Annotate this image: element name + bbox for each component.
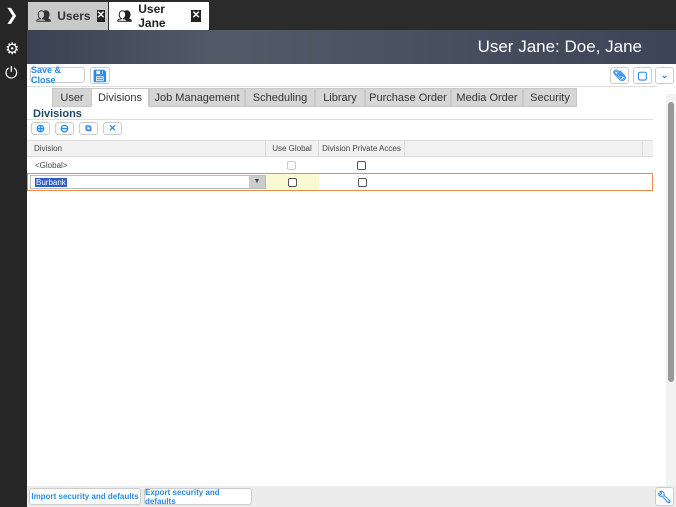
close-icon[interactable]: ✕ <box>191 10 201 22</box>
window-tab-users[interactable]: 👥︎ Users ✕ <box>28 2 108 30</box>
tab-user[interactable]: User <box>52 88 92 107</box>
column-private-access[interactable]: Division Private Acces <box>318 141 405 156</box>
private-access-checkbox[interactable] <box>358 177 367 187</box>
close-icon[interactable]: ✕ <box>96 10 105 22</box>
export-button[interactable]: Export security and defaults <box>144 488 252 506</box>
column-division[interactable]: Division <box>34 141 62 156</box>
gear-icon[interactable]: ⚙ <box>5 42 19 58</box>
tab-job-management[interactable]: Job Management <box>149 88 245 107</box>
import-button[interactable]: Import security and defaults <box>29 488 141 505</box>
use-global-checkbox <box>287 161 296 170</box>
table-row-editing[interactable]: Burbank ▼ <box>27 173 653 191</box>
table-header: Division Use Global Division Private Acc… <box>27 140 653 157</box>
save-close-button[interactable]: Save & Close <box>30 65 85 85</box>
dropdown-arrow-icon[interactable]: ▼ <box>249 176 265 188</box>
users-icon: 👥︎ <box>117 9 133 23</box>
attachment-icon[interactable]: 📎︎ <box>610 67 629 84</box>
copy-icon[interactable]: ⧉ <box>79 122 98 135</box>
power-icon[interactable]: ⏻ <box>5 66 18 82</box>
tab-purchase-order[interactable]: Purchase Order <box>365 88 451 107</box>
window-tab-user-jane[interactable]: 👥︎ User Jane ✕ <box>109 2 209 30</box>
divisions-panel: Divisions ⊕ ⊖ ⧉ ✕ Division Use Global Di… <box>27 107 667 487</box>
private-access-checkbox[interactable] <box>357 161 366 170</box>
use-global-checkbox[interactable] <box>288 177 297 187</box>
add-icon[interactable]: ⊕ <box>31 122 50 135</box>
tab-library[interactable]: Library <box>315 88 365 107</box>
column-use-global[interactable]: Use Global <box>265 141 318 156</box>
chevron-right-icon[interactable]: ❯ <box>5 8 18 24</box>
wrench-icon[interactable]: 🔧︎ <box>655 487 674 506</box>
save-icon[interactable]: 💾︎ <box>90 67 110 84</box>
tab-security[interactable]: Security <box>523 88 577 107</box>
tab-scheduling[interactable]: Scheduling <box>245 88 315 107</box>
chevron-down-icon[interactable]: ⌄ <box>655 67 674 84</box>
scrollbar[interactable] <box>666 94 676 489</box>
excel-export-icon[interactable]: ✕ <box>103 122 122 135</box>
users-icon: 👥︎ <box>36 9 52 23</box>
page-title: User Jane: Doe, Jane <box>27 30 676 64</box>
division-dropdown[interactable]: Burbank ▼ <box>30 175 266 189</box>
tab-media-order[interactable]: Media Order <box>451 88 523 107</box>
table-row[interactable]: <Global> <box>27 157 653 174</box>
sidebar: ❯ ⚙ ⏻ <box>0 0 27 507</box>
division-cell: <Global> <box>35 161 68 170</box>
remove-icon[interactable]: ⊖ <box>55 122 74 135</box>
comment-icon[interactable]: ▢ <box>633 67 652 84</box>
tab-divisions[interactable]: Divisions <box>91 88 149 107</box>
